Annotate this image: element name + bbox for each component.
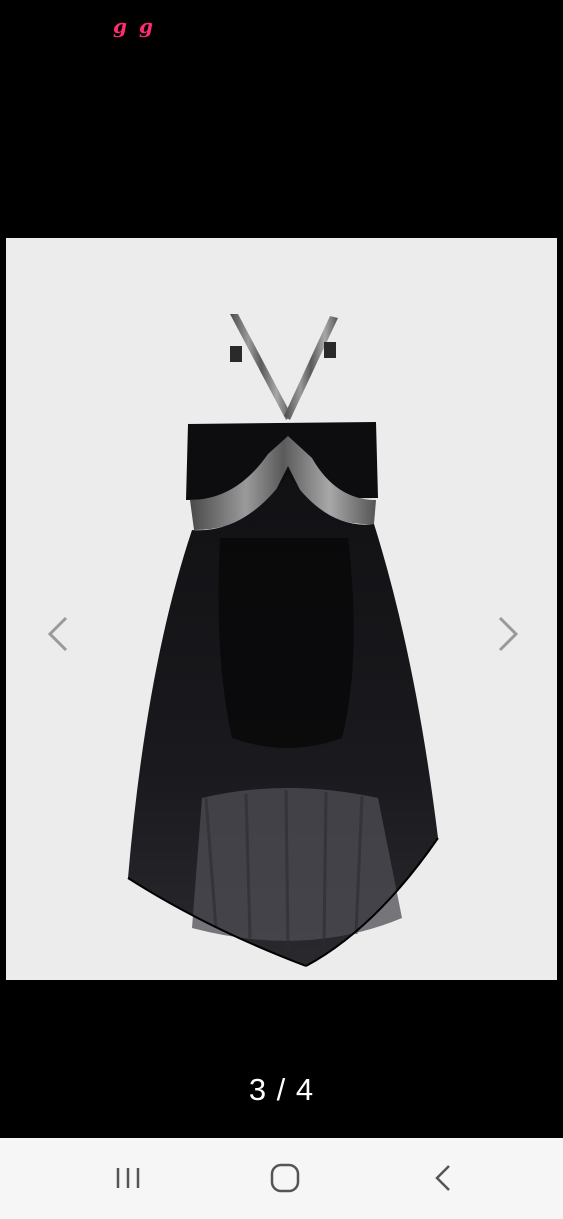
dress-photo: [127, 314, 439, 967]
home-icon[interactable]: [255, 1158, 315, 1198]
image-viewer[interactable]: 3 / 4: [0, 56, 563, 1138]
app-notification-icon: g: [139, 14, 153, 38]
page-counter: 3 / 4: [248, 1072, 315, 1107]
product-image[interactable]: [6, 238, 557, 980]
app-notification-icon: g: [113, 14, 127, 38]
recents-icon[interactable]: [98, 1158, 158, 1198]
back-icon[interactable]: [413, 1158, 473, 1198]
status-bar: g g: [0, 0, 563, 56]
system-navigation-bar: [0, 1138, 563, 1219]
chevron-left-icon[interactable]: [40, 612, 76, 656]
chevron-right-icon[interactable]: [490, 612, 526, 656]
